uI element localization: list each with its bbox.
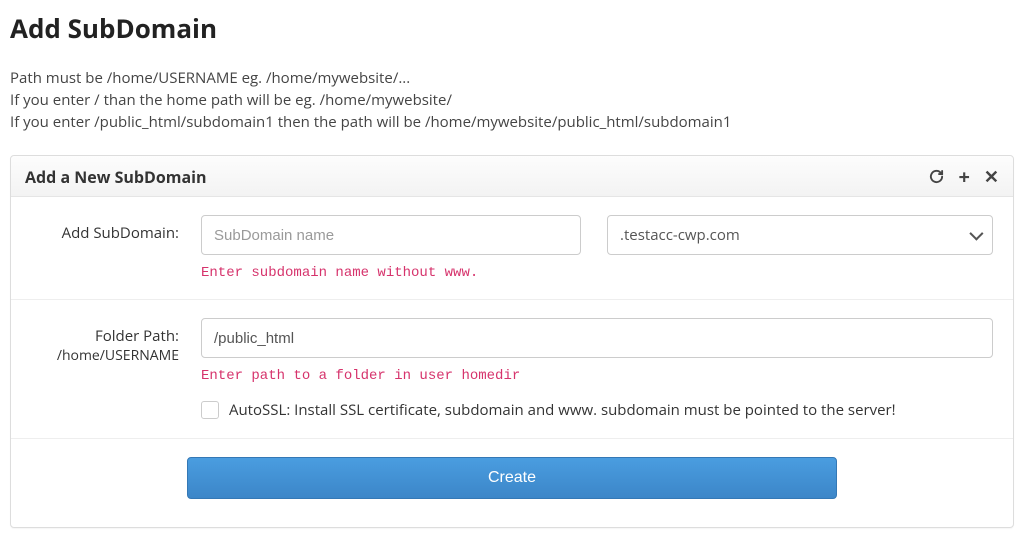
panel-header: Add a New SubDomain + ✕ [11,156,1013,197]
domain-select-value: .testacc-cwp.com [620,225,740,245]
subdomain-label: Add SubDomain: [11,215,201,243]
button-row: Create [11,439,1013,527]
subdomain-input[interactable] [201,215,581,255]
intro-text: Path must be /home/USERNAME eg. /home/my… [10,68,1014,133]
panel-title: Add a New SubDomain [25,166,207,188]
intro-line-3: If you enter /public_html/subdomain1 the… [10,112,1014,134]
close-icon[interactable]: ✕ [984,168,999,186]
subdomain-hint: Enter subdomain name without www. [201,265,993,281]
intro-line-2: If you enter / than the home path will b… [10,90,1014,112]
add-subdomain-panel: Add a New SubDomain + ✕ Add SubDomain: .… [10,155,1014,528]
panel-action-bar: + ✕ [929,167,999,187]
create-button[interactable]: Create [187,457,837,499]
add-icon[interactable]: + [958,167,969,187]
domain-select[interactable]: .testacc-cwp.com [607,215,993,255]
refresh-icon[interactable] [929,169,944,186]
folderpath-hint: Enter path to a folder in user homedir [201,368,993,384]
chevron-down-icon [969,227,983,241]
autossl-checkbox[interactable] [201,401,219,419]
autossl-row: AutoSSL: Install SSL certificate, subdom… [201,400,993,420]
intro-line-1: Path must be /home/USERNAME eg. /home/my… [10,68,1014,90]
autossl-label: AutoSSL: Install SSL certificate, subdom… [229,400,896,420]
page-title: Add SubDomain [10,10,1014,46]
subdomain-row: Add SubDomain: .testacc-cwp.com Enter su… [11,197,1013,300]
folderpath-label: Folder Path: [95,326,179,346]
panel-body: Add SubDomain: .testacc-cwp.com Enter su… [11,197,1013,527]
folderpath-sublabel: /home/USERNAME [11,346,179,365]
folderpath-input[interactable] [201,318,993,358]
folderpath-row: Folder Path: /home/USERNAME Enter path t… [11,300,1013,439]
